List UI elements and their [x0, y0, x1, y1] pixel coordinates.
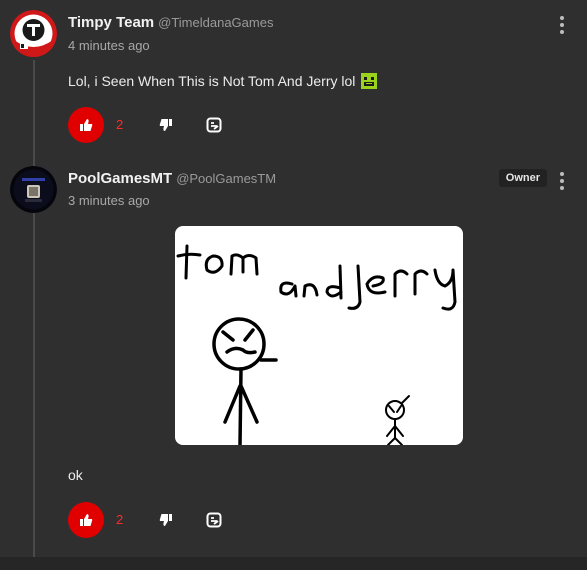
thumbs-up-icon	[80, 514, 93, 526]
like-button[interactable]	[68, 502, 104, 538]
dislike-button[interactable]	[157, 116, 175, 134]
author-label[interactable]: PoolGamesMT	[68, 170, 172, 187]
tom-and-jerry-drawing	[176, 244, 457, 445]
thumbs-up-icon	[80, 119, 93, 131]
like-button[interactable]	[68, 107, 104, 143]
comment-text: ok	[68, 467, 83, 483]
author-label[interactable]: Timpy Team	[68, 14, 154, 31]
comment-actions: 2	[68, 107, 268, 143]
comment-actions: 2	[68, 502, 268, 538]
green-face-emoji-icon	[361, 73, 378, 89]
tom-stick-figure	[212, 317, 278, 445]
thread-line	[33, 60, 35, 557]
bottom-bar	[0, 557, 587, 570]
author-name[interactable]: Timpy Team @TimeldanaGames	[68, 14, 273, 31]
author-name[interactable]: PoolGamesMT @PoolGamesTM	[68, 170, 276, 187]
comment-text: Lol, i Seen When This is Not Tom And Jer…	[68, 73, 378, 89]
author-handle[interactable]: @PoolGamesTM	[176, 171, 276, 186]
comment-text-content: Lol, i Seen When This is Not Tom And Jer…	[68, 73, 356, 89]
poolgames-avatar-icon	[10, 166, 57, 213]
like-count: 2	[116, 117, 124, 132]
handwritten-tom	[176, 244, 259, 280]
thumbs-down-icon	[159, 119, 172, 131]
timestamp: 4 minutes ago	[68, 38, 150, 53]
more-options-icon[interactable]	[557, 172, 567, 192]
reply-icon	[206, 117, 222, 133]
attached-image[interactable]	[175, 226, 463, 445]
thumbs-down-icon	[159, 514, 172, 526]
reply-icon	[206, 512, 222, 528]
timpy-logo-icon	[10, 10, 57, 57]
owner-badge: Owner	[498, 169, 547, 187]
more-options-icon[interactable]	[557, 16, 567, 36]
like-count: 2	[116, 512, 124, 527]
reply-button[interactable]	[205, 116, 223, 134]
dislike-button[interactable]	[157, 511, 175, 529]
avatar[interactable]	[10, 10, 57, 57]
handwritten-and-jerry	[279, 264, 457, 311]
avatar[interactable]	[10, 166, 57, 213]
reply-button[interactable]	[205, 511, 223, 529]
jerry-stick-figure	[385, 395, 410, 445]
author-handle[interactable]: @TimeldanaGames	[158, 15, 273, 30]
timestamp: 3 minutes ago	[68, 193, 150, 208]
